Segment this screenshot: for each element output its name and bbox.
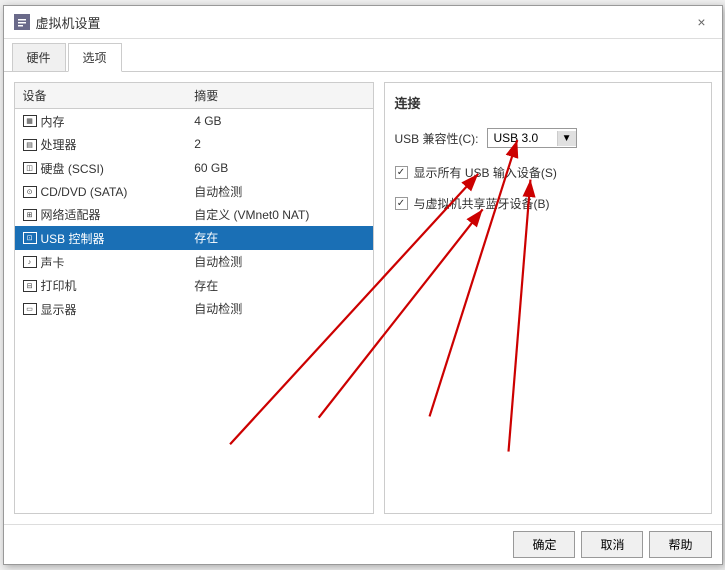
help-button[interactable]: 帮助 [649,531,711,558]
network-icon: ⊞ [23,209,37,221]
share-bluetooth-checkbox[interactable]: ✓ [395,197,408,210]
virtual-machine-settings-window: 虚拟机设置 × 硬件 选项 设备 摘要 [3,5,723,565]
content-area: 设备 摘要 ▦ 内存 4 GB [4,72,722,524]
table-row[interactable]: ♪ 声卡 自动检测 [15,250,373,274]
device-name-disk: ◫ 硬盘 (SCSI) [23,160,104,177]
table-row[interactable]: ⊙ CD/DVD (SATA) 自动检测 [15,180,373,203]
disk-summary: 60 GB [186,156,372,180]
window-icon [14,14,30,30]
show-usb-label: 显示所有 USB 输入设备(S) [414,164,557,181]
device-list-panel: 设备 摘要 ▦ 内存 4 GB [14,82,374,514]
table-row[interactable]: ⊟ 打印机 存在 [15,274,373,298]
cdrom-icon: ⊙ [23,186,37,198]
device-name-cdrom: ⊙ CD/DVD (SATA) [23,185,128,199]
table-row[interactable]: ▤ 处理器 2 [15,133,373,157]
device-name-cpu: ▤ 处理器 [23,136,77,153]
cancel-button[interactable]: 取消 [581,531,643,558]
cdrom-summary: 自动检测 [186,180,372,203]
network-summary: 自定义 (VMnet0 NAT) [186,203,372,227]
col-device: 设备 [15,83,187,109]
memory-summary: 4 GB [186,109,372,133]
device-name-printer: ⊟ 打印机 [23,277,77,294]
memory-icon: ▦ [23,115,37,127]
chevron-down-icon: ▼ [557,131,576,146]
device-name-memory: ▦ 内存 [23,113,65,130]
device-name-usb: ⊡ USB 控制器 [23,230,105,247]
tab-hardware[interactable]: 硬件 [12,43,66,71]
connection-panel: 连接 USB 兼容性(C): USB 3.0 ▼ ✓ 显示所有 USB 输入设备… [384,82,712,514]
title-bar: 虚拟机设置 × [4,6,722,39]
table-row[interactable]: ▭ 显示器 自动检测 [15,297,373,321]
tab-bar: 硬件 选项 [4,39,722,72]
table-row[interactable]: ▦ 内存 4 GB [15,109,373,133]
connection-title: 连接 [395,93,701,112]
usb-compat-select[interactable]: USB 3.0 ▼ [487,128,577,148]
device-name-sound: ♪ 声卡 [23,254,65,271]
device-name-network: ⊞ 网络适配器 [23,206,101,223]
printer-summary: 存在 [186,274,372,298]
col-summary: 摘要 [186,83,372,109]
usb-compat-value: USB 3.0 [488,129,557,147]
disk-icon: ◫ [23,162,37,174]
usb-compat-row: USB 兼容性(C): USB 3.0 ▼ [395,128,701,148]
bottom-bar: 确定 取消 帮助 [4,524,722,564]
share-bluetooth-row: ✓ 与虚拟机共享蓝牙设备(B) [395,195,701,212]
device-name-display: ▭ 显示器 [23,301,77,318]
show-usb-checkbox[interactable]: ✓ [395,166,408,179]
table-row[interactable]: ⊞ 网络适配器 自定义 (VMnet0 NAT) [15,203,373,227]
sound-summary: 自动检测 [186,250,372,274]
sound-icon: ♪ [23,256,37,268]
device-table: 设备 摘要 ▦ 内存 4 GB [15,83,373,321]
cpu-summary: 2 [186,133,372,157]
printer-icon: ⊟ [23,280,37,292]
usb-summary: 存在 [186,226,372,250]
table-row-usb[interactable]: ⊡ USB 控制器 存在 [15,226,373,250]
share-bluetooth-label: 与虚拟机共享蓝牙设备(B) [414,195,550,212]
close-button[interactable]: × [692,12,712,32]
usb-compat-label: USB 兼容性(C): [395,130,479,147]
tab-options[interactable]: 选项 [68,43,122,72]
table-row[interactable]: ◫ 硬盘 (SCSI) 60 GB [15,156,373,180]
window-title: 虚拟机设置 [36,13,101,32]
display-summary: 自动检测 [186,297,372,321]
show-usb-devices-row: ✓ 显示所有 USB 输入设备(S) [395,164,701,181]
cpu-icon: ▤ [23,139,37,151]
usb-icon: ⊡ [23,232,37,244]
display-icon: ▭ [23,303,37,315]
ok-button[interactable]: 确定 [513,531,575,558]
